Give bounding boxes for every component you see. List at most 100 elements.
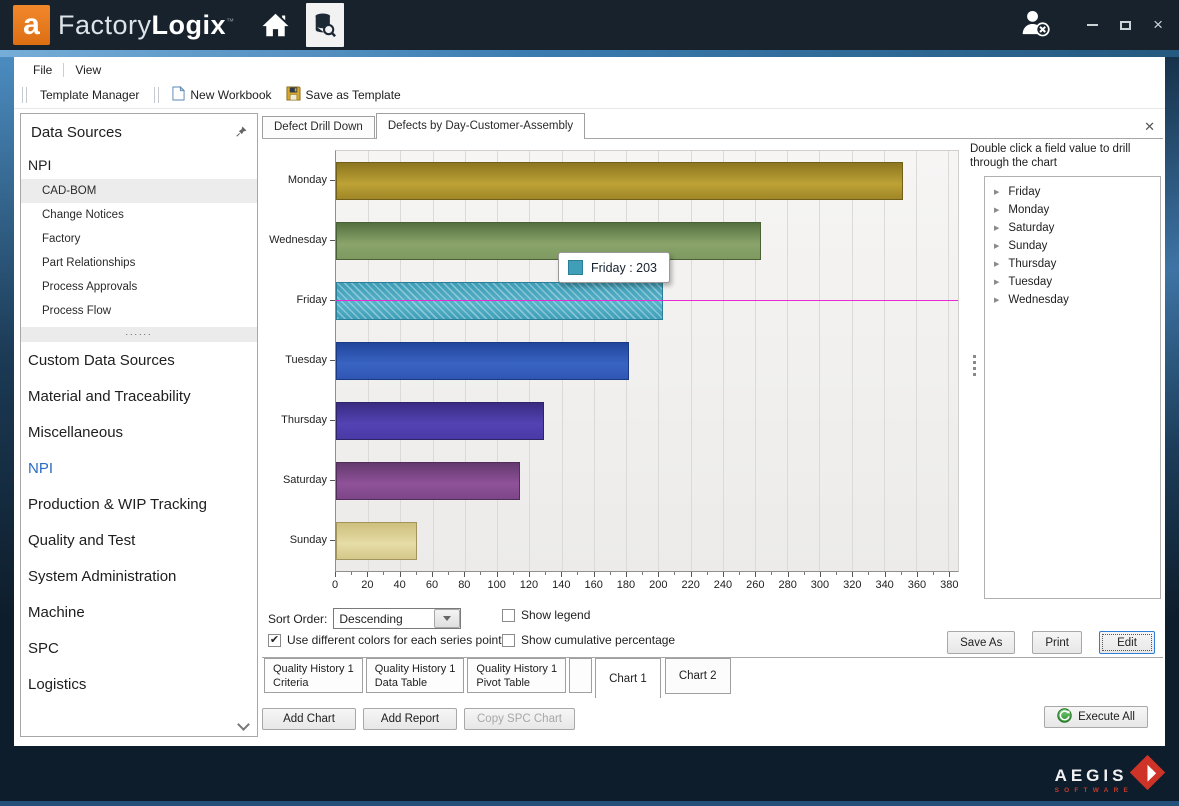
sidebar-section-system-administration[interactable]: System Administration xyxy=(21,558,257,594)
show-legend-box[interactable] xyxy=(502,609,515,622)
bar-tuesday[interactable] xyxy=(336,342,629,380)
save-as-button[interactable]: Save As xyxy=(947,631,1015,654)
user-logout-icon[interactable] xyxy=(1019,8,1051,43)
add-chart-button[interactable]: Add Chart xyxy=(262,708,356,730)
show-legend-checkbox[interactable]: Show legend xyxy=(502,608,590,622)
sidebar-item-change-notices[interactable]: Change Notices xyxy=(21,203,257,227)
sidebar-section-material-and-traceability[interactable]: Material and Traceability xyxy=(21,378,257,414)
x-tick xyxy=(674,572,675,575)
home-icon[interactable] xyxy=(261,12,290,38)
maximize-button[interactable] xyxy=(1120,21,1131,30)
bar-friday[interactable] xyxy=(336,282,663,320)
bar-thursday[interactable] xyxy=(336,402,544,440)
close-button[interactable]: × xyxy=(1153,20,1163,30)
x-tick xyxy=(949,572,950,577)
use-colors-checkbox[interactable]: ✔ Use different colors for each series p… xyxy=(268,633,502,647)
cumulative-checkbox[interactable]: Show cumulative percentage xyxy=(502,633,675,647)
expand-arrow-icon[interactable]: ▶ xyxy=(994,296,999,304)
save-template-icon xyxy=(286,86,301,104)
tab-close-icon[interactable]: ✕ xyxy=(1144,119,1155,135)
sidebar-section-npi[interactable]: NPI xyxy=(21,450,257,486)
drill-item-label: Wednesday xyxy=(1008,294,1069,306)
sidebar-section-spc[interactable]: SPC xyxy=(21,630,257,666)
sidebar-section-machine[interactable]: Machine xyxy=(21,594,257,630)
sidebar-section-custom-data-sources[interactable]: Custom Data Sources xyxy=(21,342,257,378)
copy-spc-chart-button[interactable]: Copy SPC Chart xyxy=(464,708,575,730)
execute-all-button[interactable]: Execute All xyxy=(1044,706,1148,728)
actions-row: Add Chart Add Report Copy SPC Chart Exec… xyxy=(262,699,1163,745)
doc-tab-defects-by-day-customer-assembly[interactable]: Defects by Day-Customer-Assembly xyxy=(376,113,585,139)
accent-strip xyxy=(0,50,1179,57)
drill-item-tuesday[interactable]: ▶Tuesday xyxy=(985,273,1160,291)
menu-item-file[interactable]: File xyxy=(25,60,60,80)
drill-item-saturday[interactable]: ▶Saturday xyxy=(985,219,1160,237)
expand-arrow-icon[interactable]: ▶ xyxy=(994,278,999,286)
workbook-tab-quality-history-1-pivot-table[interactable]: Quality History 1Pivot Table xyxy=(467,658,566,693)
sidebar-item-cad-bom[interactable]: CAD-BOM xyxy=(21,179,257,203)
drill-item-sunday[interactable]: ▶Sunday xyxy=(985,237,1160,255)
gridline xyxy=(787,151,788,571)
doc-tab-defect-drill-down[interactable]: Defect Drill Down xyxy=(262,116,375,138)
expand-arrow-icon[interactable]: ▶ xyxy=(994,224,999,232)
save-as-template-button[interactable]: Save as Template xyxy=(279,83,408,107)
use-colors-box[interactable]: ✔ xyxy=(268,634,281,647)
sidebar-scroll-down-icon[interactable] xyxy=(239,718,249,728)
drill-item-monday[interactable]: ▶Monday xyxy=(985,201,1160,219)
drill-item-wednesday[interactable]: ▶ Wednesday xyxy=(985,291,1160,309)
cumulative-box[interactable] xyxy=(502,634,515,647)
bar-sunday[interactable] xyxy=(336,522,417,560)
x-tick xyxy=(610,572,611,575)
expand-arrow-icon[interactable]: ▶ xyxy=(994,188,999,196)
drill-item-label: Friday xyxy=(1008,186,1040,198)
workbook-tab-quality-history-1-data-table[interactable]: Quality History 1Data Table xyxy=(366,658,465,693)
x-tick xyxy=(383,572,384,575)
sidebar-section-miscellaneous[interactable]: Miscellaneous xyxy=(21,414,257,450)
add-report-button[interactable]: Add Report xyxy=(363,708,457,730)
template-manager-button[interactable]: Template Manager xyxy=(33,85,146,105)
expand-arrow-icon[interactable]: ▶ xyxy=(994,260,999,268)
expand-arrow-icon[interactable]: ▶ xyxy=(994,206,999,214)
print-button[interactable]: Print xyxy=(1032,631,1082,654)
gridline xyxy=(948,151,949,571)
splitter-handle[interactable] xyxy=(973,355,976,376)
workbook-tab-quality-history-1-criteria[interactable]: Quality History 1Criteria xyxy=(264,658,363,693)
data-sources-panel: Data Sources NPI CAD-BOMChange NoticesFa… xyxy=(20,113,258,737)
sidebar-item-part-relationships[interactable]: Part Relationships xyxy=(21,251,257,275)
drill-item-label: Thursday xyxy=(1008,258,1056,270)
aegis-brand-text: AEGIS xyxy=(1055,768,1133,784)
pin-icon[interactable] xyxy=(236,124,247,141)
dropdown-chevron-icon[interactable] xyxy=(434,609,460,628)
sort-order-select[interactable]: Descending xyxy=(333,608,461,629)
logo-letter: a xyxy=(23,8,40,42)
workbook-tab-empty[interactable] xyxy=(569,658,592,693)
chart-y-axis-labels: MondayWednesdayFridayTuesdayThursdaySatu… xyxy=(262,150,335,572)
sidebar-item-factory[interactable]: Factory xyxy=(21,227,257,251)
sidebar-item-process-approvals[interactable]: Process Approvals xyxy=(21,275,257,299)
x-tick-label: 280 xyxy=(778,579,796,591)
bar-saturday[interactable] xyxy=(336,462,520,500)
tooltip-text: Friday : 203 xyxy=(591,261,657,275)
drill-item-friday[interactable]: ▶ Friday xyxy=(985,183,1160,201)
workbook-tab-chart-1[interactable]: Chart 1 xyxy=(595,658,661,698)
database-search-icon[interactable] xyxy=(306,3,344,47)
bar-wednesday[interactable] xyxy=(336,222,761,260)
toolbar: Template Manager New Workbook Save as Te… xyxy=(14,82,1165,109)
drill-item-thursday[interactable]: ▶ Thursday xyxy=(985,255,1160,273)
tab-label-line: Quality History 1 xyxy=(273,662,354,676)
new-workbook-button[interactable]: New Workbook xyxy=(165,83,278,107)
expand-arrow-icon[interactable]: ▶ xyxy=(994,242,999,250)
menu-item-view[interactable]: View xyxy=(67,60,109,80)
minimize-button[interactable] xyxy=(1087,24,1098,26)
sidebar-section-quality-and-test[interactable]: Quality and Test xyxy=(21,522,257,558)
gridline xyxy=(691,151,692,571)
edit-button[interactable]: Edit xyxy=(1099,631,1155,654)
sidebar-separator[interactable]: ...... xyxy=(21,327,257,342)
bar-monday[interactable] xyxy=(336,162,903,200)
sidebar-section-production-wip-tracking[interactable]: Production & WIP Tracking xyxy=(21,486,257,522)
workbook-tab-chart-2[interactable]: Chart 2 xyxy=(665,658,731,694)
x-tick-label: 340 xyxy=(875,579,893,591)
x-tick xyxy=(707,572,708,575)
sidebar-section-logistics[interactable]: Logistics xyxy=(21,666,257,702)
sidebar-item-process-flow[interactable]: Process Flow xyxy=(21,299,257,323)
x-tick xyxy=(577,572,578,575)
